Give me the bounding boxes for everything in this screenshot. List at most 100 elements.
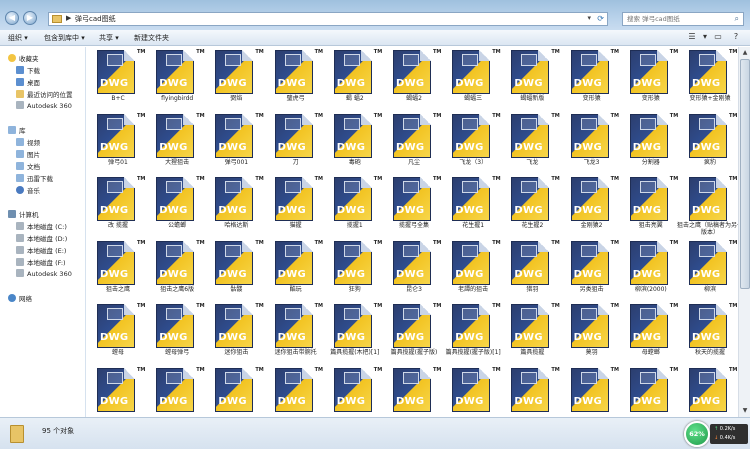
file-item[interactable]: DWG TM 璧虎弓 — [267, 48, 325, 110]
file-item[interactable]: DWG TM 飞龙3 — [563, 112, 621, 174]
nav-drive-d[interactable]: 本地磁盘 (D:) — [16, 233, 67, 244]
file-item[interactable]: DWG TM 花生握2 — [503, 175, 561, 237]
file-item[interactable]: DWG TM — [89, 366, 147, 418]
nav-drive-f[interactable]: 本地磁盘 (F:) — [16, 257, 66, 268]
file-item[interactable]: DWG TM 柳滨 — [681, 239, 738, 301]
file-item[interactable]: DWG TM 蝎蝠2 — [385, 48, 443, 110]
file-item[interactable]: DWG TM 公蟾螂 — [148, 175, 206, 237]
preview-pane-icon[interactable]: ▭ — [712, 32, 724, 43]
file-item[interactable]: DWG TM 毒砲 — [326, 112, 384, 174]
file-item[interactable]: DWG TM 昆仑3 — [385, 239, 443, 301]
file-item[interactable]: DWG TM 迷你狙击带腕托 — [267, 302, 325, 364]
file-item[interactable]: DWG TM 分割器 — [622, 112, 680, 174]
breadcrumb-separator-icon[interactable]: ▶ — [66, 14, 71, 22]
file-item[interactable]: DWG TM 猫握 — [267, 175, 325, 237]
nav-documents[interactable]: 文档 — [16, 161, 40, 172]
file-item[interactable]: DWG TM 狂狗 — [326, 239, 384, 301]
file-item[interactable]: DWG TM 莫羽 — [563, 302, 621, 364]
file-item[interactable]: DWG TM 母螳螂 — [622, 302, 680, 364]
address-bar[interactable]: ▶ 弹弓cad图纸 ▾ ⟳ — [48, 12, 608, 26]
file-item[interactable]: DWG TM — [681, 366, 738, 418]
file-item[interactable]: DWG TM 弹弓01 — [89, 112, 147, 174]
nav-libraries[interactable]: 库 — [8, 125, 26, 136]
file-item[interactable]: DWG TM — [444, 366, 502, 418]
file-item[interactable]: DWG TM 大猩狙击 — [148, 112, 206, 174]
file-item[interactable]: DWG TM — [267, 366, 325, 418]
file-item[interactable]: DWG TM 变形猿 — [622, 48, 680, 110]
help-icon[interactable]: ? — [730, 32, 742, 43]
file-item[interactable]: DWG TM 迷你狙击 — [207, 302, 265, 364]
vertical-scrollbar[interactable]: ▲ ▼ — [738, 47, 750, 417]
nav-computer[interactable]: 计算机 — [8, 209, 39, 220]
scroll-down-icon[interactable]: ▼ — [740, 406, 750, 416]
file-item[interactable]: DWG TM 篇具揽握(握子版) — [385, 302, 443, 364]
file-item[interactable]: DWG TM 柳滨(2000) — [622, 239, 680, 301]
file-item[interactable]: DWG TM 弼焰 — [207, 48, 265, 110]
nav-downloads[interactable]: 下载 — [16, 65, 40, 76]
file-item[interactable]: DWG TM 狙击亮翼 — [622, 175, 680, 237]
file-item[interactable]: DWG TM — [385, 366, 443, 418]
search-box[interactable]: ⌕ — [622, 12, 744, 26]
file-item[interactable]: DWG TM 秋天的揽握 — [681, 302, 738, 364]
organize-button[interactable]: 组织 ▾ — [8, 33, 28, 43]
nav-autodesk360-fav[interactable]: Autodesk 360 — [16, 101, 72, 112]
file-item[interactable]: DWG TM — [622, 366, 680, 418]
file-item[interactable]: DWG TM 飞龙（3） — [444, 112, 502, 174]
file-item[interactable]: DWG TM 蝎 蝠2 — [326, 48, 384, 110]
file-item[interactable]: DWG TM 变形猿+金刚猿 — [681, 48, 738, 110]
nav-favorites[interactable]: 收藏夹 — [8, 53, 39, 64]
share-button[interactable]: 共享 ▾ — [99, 33, 119, 43]
nav-thunder-downloads[interactable]: 迅雷下载 — [16, 173, 53, 184]
file-item[interactable]: DWG TM — [207, 366, 265, 418]
nav-videos[interactable]: 视频 — [16, 137, 40, 148]
back-button[interactable]: ◀ — [5, 11, 19, 25]
address-dropdown-icon[interactable]: ▾ — [587, 14, 591, 22]
file-item[interactable]: DWG TM — [326, 366, 384, 418]
file-item[interactable]: DWG TM B+C — [89, 48, 147, 110]
file-item[interactable]: DWG TM 弹弓001 — [207, 112, 265, 174]
search-icon[interactable]: ⌕ — [735, 14, 739, 24]
file-item[interactable]: DWG TM 金刚猿2 — [563, 175, 621, 237]
file-item[interactable]: DWG TM 另类狙击 — [563, 239, 621, 301]
file-item[interactable]: DWG TM 变形猿 — [563, 48, 621, 110]
nav-music[interactable]: 音乐 — [16, 185, 40, 196]
nav-drive-c[interactable]: 本地磁盘 (C:) — [16, 221, 67, 232]
file-item[interactable]: DWG TM 篇具揽握(握子版)[1] — [444, 302, 502, 364]
file-item[interactable]: DWG TM 骷髅 — [207, 239, 265, 301]
file-item[interactable]: DWG TM 花生握1 — [444, 175, 502, 237]
file-item[interactable]: DWG TM 改 揽握 — [89, 175, 147, 237]
file-item[interactable]: DWG TM 哈格达斯 — [207, 175, 265, 237]
search-input[interactable] — [623, 13, 723, 25]
file-item[interactable]: DWG TM — [563, 366, 621, 418]
file-item[interactable]: DWG TM 疯豹 — [681, 112, 738, 174]
file-item[interactable]: DWG TM 揽握1 — [326, 175, 384, 237]
file-item[interactable]: DWG TM 酷玩 — [267, 239, 325, 301]
scroll-thumb[interactable] — [740, 59, 750, 289]
file-item[interactable]: DWG TM 狙击之鹰（贴稿者为另一版本） — [677, 175, 738, 237]
file-item[interactable]: DWG TM 飞龙 — [503, 112, 561, 174]
file-item[interactable]: DWG TM 蝎蝠三 — [444, 48, 502, 110]
file-item[interactable]: DWG TM — [503, 366, 561, 418]
file-item[interactable]: DWG TM 篇具揽握(木把)[1] — [326, 302, 384, 364]
include-in-library-button[interactable]: 包含到库中 ▾ — [44, 33, 85, 43]
nav-recent-places[interactable]: 最近访问的位置 — [16, 89, 73, 100]
file-item[interactable]: DWG TM 刀 — [267, 112, 325, 174]
file-item[interactable]: DWG TM 篇具揽握 — [503, 302, 561, 364]
nav-network[interactable]: 网络 — [8, 293, 32, 304]
nav-drive-e[interactable]: 本地磁盘 (E:) — [16, 245, 66, 256]
file-item[interactable]: DWG TM 狙击之鹰 — [89, 239, 147, 301]
forward-button[interactable]: ▶ — [23, 11, 37, 25]
view-options-icon[interactable]: ☰ — [686, 32, 698, 43]
file-item[interactable]: DWG TM 猎羽 — [503, 239, 561, 301]
breadcrumb-current[interactable]: 弹弓cad图纸 — [75, 14, 116, 24]
file-item[interactable]: DWG TM 蝎蝠新版 — [503, 48, 561, 110]
new-folder-button[interactable]: 新建文件夹 — [134, 33, 169, 43]
file-item[interactable]: DWG TM 凡尘 — [385, 112, 443, 174]
file-item[interactable]: DWG TM 揽握弓全集 — [385, 175, 443, 237]
nav-desktop[interactable]: 桌面 — [16, 77, 40, 88]
refresh-icon[interactable]: ⟳ — [597, 14, 604, 23]
file-item[interactable]: DWG TM flyingbirdd — [148, 48, 206, 110]
scroll-up-icon[interactable]: ▲ — [740, 48, 750, 58]
file-item[interactable]: DWG TM 狙击之鹰6版 — [148, 239, 206, 301]
file-item[interactable]: DWG TM 老譚的狙击 — [444, 239, 502, 301]
